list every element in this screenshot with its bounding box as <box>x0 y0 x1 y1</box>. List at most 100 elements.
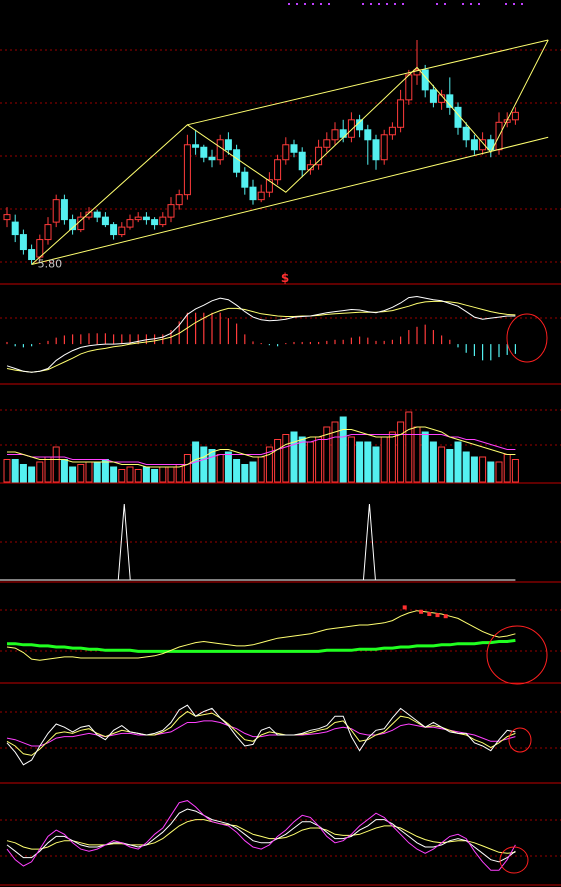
volume-bar <box>77 464 85 483</box>
volume-bar <box>134 469 142 483</box>
volume-bar <box>69 466 77 483</box>
trend-marker <box>443 614 448 619</box>
candle-body <box>241 171 249 188</box>
candle-body <box>323 139 331 148</box>
candle-body <box>249 186 257 201</box>
stock-chart: 5.80 $ <box>0 3 561 886</box>
candle-body <box>380 134 388 161</box>
volume-bar <box>438 446 446 483</box>
candle-body <box>11 221 19 236</box>
volume-bar <box>479 456 487 483</box>
osc1-line-2 <box>6 710 516 756</box>
volume-bar <box>233 459 241 483</box>
candle-body <box>208 156 216 161</box>
volume-bar <box>306 441 314 483</box>
osc1-line-3 <box>6 720 516 747</box>
volume-bar <box>208 449 216 483</box>
channel-line <box>187 39 549 126</box>
candle-body <box>364 129 372 141</box>
price-panel: 5.80 $ <box>3 39 549 285</box>
candle-body <box>151 219 159 226</box>
volume-bar <box>282 434 290 483</box>
osc2-line-1 <box>6 800 516 871</box>
volume-bar <box>413 426 421 483</box>
top-dots <box>288 3 523 5</box>
candle-body <box>110 224 118 236</box>
candle-body <box>233 149 241 173</box>
volume-bar <box>183 454 191 483</box>
candle-body <box>126 219 134 228</box>
volume-bar <box>216 454 224 483</box>
volume-bar <box>315 436 323 483</box>
volume-bar <box>36 461 44 483</box>
candle-body <box>28 249 36 261</box>
volume-bar <box>347 436 355 483</box>
candle-body <box>175 194 183 206</box>
volume-bar <box>257 456 265 483</box>
candle-body <box>224 139 232 151</box>
candle-body <box>93 211 101 218</box>
volume-bar <box>388 431 396 483</box>
candle-body <box>167 204 175 218</box>
candle-body <box>298 151 306 171</box>
highlight-circle <box>499 846 529 874</box>
volume-panel <box>3 411 519 483</box>
volume-bar <box>110 466 118 483</box>
candle-body <box>511 111 519 121</box>
candle-body <box>60 199 68 221</box>
volume-bar <box>298 436 306 483</box>
candle-body <box>44 224 52 241</box>
signal-panel <box>0 503 516 581</box>
volume-bar <box>85 461 93 483</box>
volume-bar <box>397 421 405 483</box>
candle-body <box>52 199 60 223</box>
volume-bar <box>118 469 126 483</box>
volume-bar <box>159 466 167 483</box>
volume-bar <box>511 459 519 483</box>
candle-body <box>282 144 290 161</box>
volume-bar <box>241 464 249 483</box>
candle-body <box>101 216 109 226</box>
candle-body <box>315 146 323 166</box>
volume-bar <box>52 446 60 483</box>
candle-body <box>470 139 478 151</box>
volume-bar <box>462 451 470 483</box>
oscillator-panel-2 <box>6 800 529 874</box>
volume-bar <box>200 446 208 483</box>
candle-body <box>347 119 355 138</box>
volume-bar <box>339 416 347 483</box>
volume-bar <box>290 431 298 483</box>
volume-bar <box>364 441 372 483</box>
candle-body <box>3 214 11 221</box>
volume-bar <box>372 446 380 483</box>
trend-marker <box>402 605 407 610</box>
volume-bar <box>470 456 478 483</box>
volume-bar <box>151 469 159 483</box>
volume-bar <box>487 461 495 483</box>
dif-line <box>6 295 516 373</box>
volume-bar <box>167 466 175 483</box>
candle-body <box>397 99 405 128</box>
candle-body <box>429 89 437 103</box>
candle-body <box>274 159 282 181</box>
candle-body <box>257 191 265 201</box>
candle-body <box>192 144 200 148</box>
volume-bar <box>503 454 511 483</box>
volume-bar <box>126 466 134 483</box>
volume-bar <box>421 431 429 483</box>
macd-panel <box>6 295 548 373</box>
volume-bar <box>93 461 101 483</box>
candle-body <box>183 144 191 196</box>
candle-body <box>118 226 126 236</box>
candle-body <box>19 234 27 251</box>
volume-bar <box>454 441 462 483</box>
candle-body <box>372 139 380 161</box>
candle-body <box>462 126 470 141</box>
volume-bar <box>405 411 413 483</box>
trend-marker <box>419 609 424 614</box>
volume-bar <box>142 466 150 483</box>
candle-body <box>388 126 396 136</box>
low-price-label: 5.80 <box>38 258 63 271</box>
volume-bar <box>446 449 454 483</box>
volume-bar <box>224 451 232 483</box>
